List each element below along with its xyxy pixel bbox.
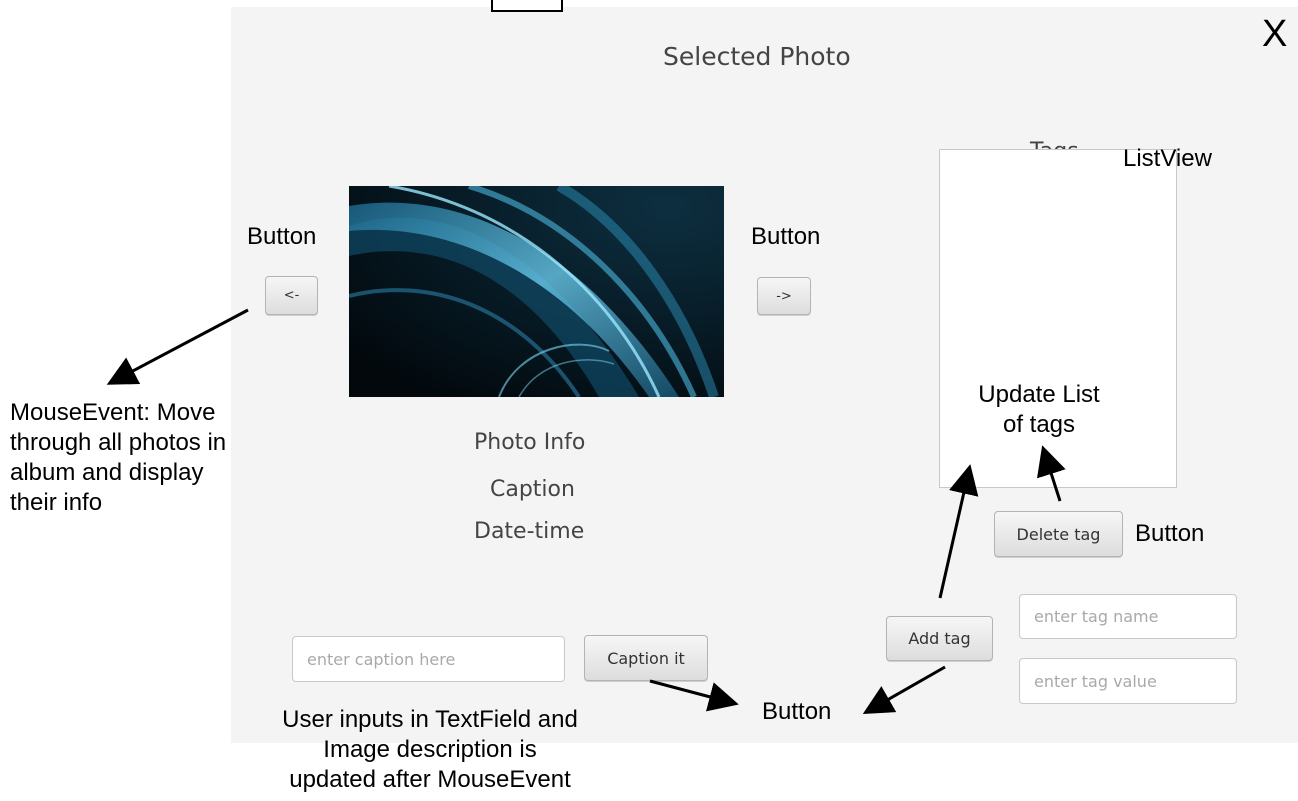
arrow-to-mouse-event xyxy=(106,308,249,385)
arrow-delete-to-list xyxy=(1037,445,1066,502)
annotation-arrows xyxy=(106,308,1066,714)
arrow-addtag-to-button xyxy=(862,665,946,714)
arrow-caption-to-button xyxy=(649,679,739,712)
arrow-add-to-list xyxy=(938,464,979,599)
